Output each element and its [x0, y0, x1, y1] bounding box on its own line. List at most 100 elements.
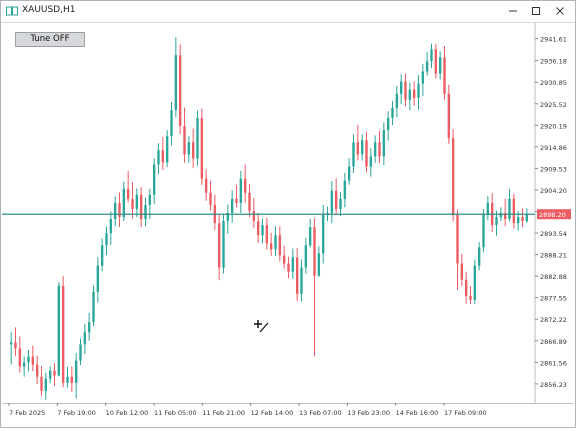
candle-body [421, 71, 425, 84]
candle-body [131, 198, 134, 209]
candle-body [174, 55, 178, 110]
candle-body [165, 136, 169, 163]
candle-body [79, 344, 82, 361]
candle-body [291, 257, 295, 272]
candle-body [126, 188, 130, 199]
candle-body [87, 322, 91, 333]
candle-body [313, 227, 316, 276]
time-tick-label: 7 Feb 19:00 [57, 409, 96, 417]
candle-body [451, 138, 455, 216]
candle-body [304, 245, 308, 268]
title-bar[interactable]: XAUUSD,H1 [1, 1, 575, 23]
price-tick-label: 2941.61 [540, 36, 567, 44]
candle-body [113, 202, 117, 220]
candle-body [187, 142, 191, 155]
candle-body [40, 376, 43, 391]
candle-body [44, 378, 48, 391]
candle-body [300, 267, 303, 294]
close-icon[interactable] [553, 4, 567, 18]
price-tick-label: 2914.86 [540, 144, 567, 152]
candle-body [31, 356, 35, 365]
time-tick-label: 11 Feb 21:00 [202, 409, 245, 417]
candle-body [438, 57, 442, 74]
candle-body [460, 263, 464, 280]
candle-body [48, 370, 52, 379]
candle-body [482, 215, 485, 248]
time-tick-label: 12 Feb 14:00 [251, 409, 294, 417]
candle-body [278, 235, 282, 256]
price-tick-label: 2888.21 [540, 252, 567, 260]
price-tick-label: 2872.22 [540, 316, 567, 324]
time-tick-label: 13 Feb 07:00 [299, 409, 342, 417]
price-tick-label: 2904.20 [540, 187, 567, 195]
candle-body [157, 150, 160, 165]
candle-body [230, 198, 234, 213]
chart-window: XAUUSD,H1 2941.61 2936.18 2930.85 2925.52 29… [0, 0, 576, 428]
candle-body [217, 223, 221, 268]
candlestick-chart[interactable]: 2941.61 2936.18 2930.85 2925.52 2920.19 2914.… [2, 23, 574, 427]
time-tick-label: 13 Feb 23:00 [347, 409, 390, 417]
current-price-label: 2898.20 [539, 211, 566, 219]
candle-body [235, 198, 238, 203]
price-tick-label: 2866.89 [540, 338, 567, 346]
candle-body [404, 81, 407, 100]
tune-toggle-button[interactable]: Tune OFF [15, 32, 85, 47]
candle-body [183, 126, 186, 155]
candle-body [356, 142, 360, 155]
candle-body [209, 192, 212, 205]
candle-body [386, 118, 390, 131]
candle-body [464, 279, 468, 296]
candle-body [170, 109, 173, 137]
candle-body [399, 81, 403, 94]
candle-body [447, 93, 451, 139]
candle-body [269, 243, 273, 250]
candle-body [425, 61, 429, 72]
price-tick-label: 2920.19 [540, 122, 567, 130]
candle-body [53, 370, 56, 376]
candle-body [22, 362, 26, 367]
candle-body [139, 194, 143, 220]
time-tick-label: 14 Feb 16:00 [396, 409, 439, 417]
price-tick-label: 2925.52 [540, 101, 567, 109]
candle-body [9, 342, 13, 345]
candle-body [265, 225, 269, 244]
candle-body [382, 130, 386, 157]
candle-body [92, 291, 95, 323]
price-tick-label: 2882.88 [540, 273, 567, 281]
candle-body [508, 198, 511, 220]
time-tick-label: 10 Feb 12:00 [106, 409, 149, 417]
candle-body [417, 83, 420, 98]
candle-body [152, 164, 156, 195]
candle-body [408, 89, 412, 100]
candle-body [83, 332, 87, 345]
candle-body [74, 360, 78, 383]
candle-body [274, 235, 277, 250]
candle-body [135, 194, 139, 209]
candle-body [239, 178, 243, 203]
candle-body [18, 348, 22, 367]
maximize-icon[interactable] [529, 4, 543, 18]
candle-body [96, 265, 100, 292]
candle-body [473, 265, 477, 300]
price-tick-label: 2936.18 [540, 58, 567, 66]
candle-body [287, 263, 290, 272]
candle-body [499, 213, 503, 218]
candle-body [148, 194, 152, 205]
price-tick-label: 2893.54 [540, 230, 567, 238]
candle-body [204, 178, 208, 193]
candle-body [373, 142, 377, 157]
candle-body [35, 364, 39, 377]
candle-body [412, 89, 416, 98]
candle-body [196, 118, 199, 159]
candle-body [27, 356, 30, 363]
candle-body [395, 93, 399, 108]
candle-body [200, 118, 204, 179]
window-title: XAUUSD,H1 [22, 5, 76, 15]
minimize-icon[interactable] [506, 4, 520, 18]
candle-body [61, 285, 65, 383]
candle-body [57, 285, 61, 376]
candle-body [256, 221, 260, 236]
price-chart-area[interactable]: 2941.61 2936.18 2930.85 2925.52 2920.19 2914.… [2, 23, 574, 427]
candle-body [14, 342, 17, 349]
candle-body [105, 233, 108, 246]
